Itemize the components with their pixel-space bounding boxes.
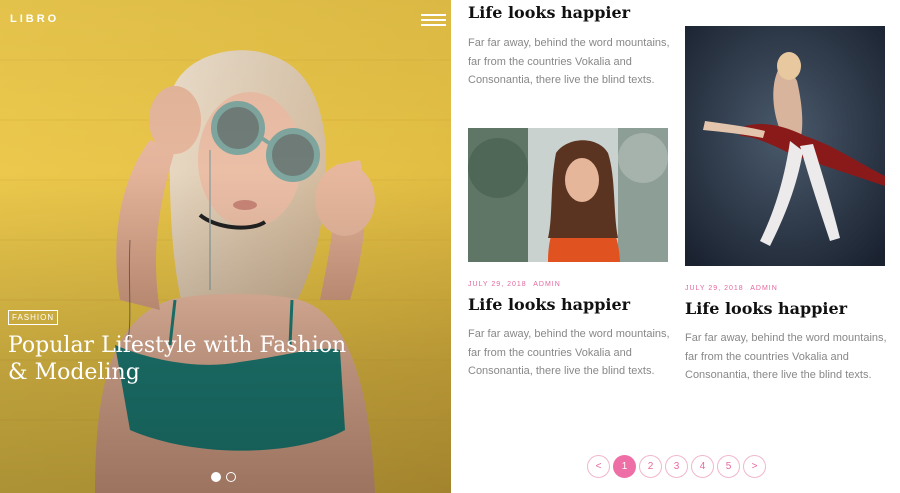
pagination-page-5[interactable]: 5 — [717, 455, 740, 478]
post-date[interactable]: JULY 29, 2018 — [685, 285, 744, 292]
post-excerpt: Far far away, behind the word mountains,… — [468, 37, 670, 86]
post-card: JULY 29, 2018 ADMIN Life looks happier F… — [685, 285, 890, 385]
pagination-next-button[interactable]: > — [743, 455, 766, 478]
post-author[interactable]: ADMIN — [750, 285, 778, 292]
pagination-prev-button[interactable]: < — [587, 455, 610, 478]
slider-dot-1[interactable] — [211, 472, 221, 482]
post-author[interactable]: ADMIN — [533, 281, 561, 288]
post-card: Life looks happier Far far away, behind … — [468, 3, 673, 90]
menu-line — [421, 19, 446, 21]
hamburger-icon[interactable] — [421, 14, 446, 26]
post-thumbnail[interactable] — [685, 26, 885, 266]
slider-dots — [211, 472, 236, 482]
hero-overlay — [0, 0, 451, 493]
post-title[interactable]: Life looks happier — [468, 295, 673, 315]
pagination-page-3[interactable]: 3 — [665, 455, 688, 478]
menu-line — [421, 24, 446, 26]
post-image — [685, 26, 885, 266]
menu-line — [421, 14, 446, 16]
post-excerpt: Far far away, behind the word mountains,… — [685, 332, 887, 381]
post-meta: JULY 29, 2018 ADMIN — [468, 281, 673, 288]
pagination-page-1[interactable]: 1 — [613, 455, 636, 478]
pagination-page-2[interactable]: 2 — [639, 455, 662, 478]
hero-title[interactable]: Popular Lifestyle with Fashion & Modelin… — [8, 332, 368, 386]
post-meta: JULY 29, 2018 ADMIN — [685, 285, 890, 292]
slider-dot-2[interactable] — [226, 472, 236, 482]
site-logo[interactable]: LIBRO — [10, 13, 59, 25]
post-title[interactable]: Life looks happier — [685, 299, 890, 319]
pagination: < 1 2 3 4 5 > — [587, 455, 766, 478]
post-excerpt: Far far away, behind the word mountains,… — [468, 328, 670, 377]
category-badge[interactable]: FASHION — [8, 310, 59, 325]
hero-slider: LIBRO FASHION Popular Lifestyle with Fas… — [0, 0, 451, 493]
post-thumbnail[interactable] — [468, 128, 668, 262]
post-image — [468, 128, 668, 262]
post-date[interactable]: JULY 29, 2018 — [468, 281, 527, 288]
post-title[interactable]: Life looks happier — [468, 3, 673, 23]
pagination-page-4[interactable]: 4 — [691, 455, 714, 478]
post-card: JULY 29, 2018 ADMIN Life looks happier F… — [468, 281, 673, 381]
